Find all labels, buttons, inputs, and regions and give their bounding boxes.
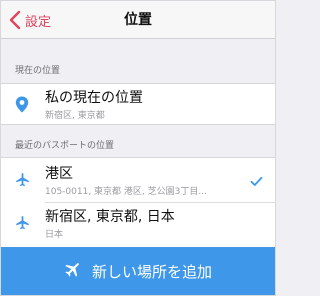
current-location-title: 私の現在の位置 (45, 90, 143, 106)
current-location-row[interactable]: 私の現在の位置 新宿区, 東京都 (1, 84, 275, 124)
airplane-icon (64, 260, 82, 282)
checkmark-icon (250, 172, 263, 191)
current-location-group: 私の現在の位置 新宿区, 東京都 (1, 83, 275, 125)
navigation-bar: 設定 位置 (1, 1, 275, 39)
recent-item-subtitle: 105-0011, 東京都 港区, 芝公園3丁目... (45, 187, 207, 197)
add-location-label: 新しい場所を追加 (91, 262, 212, 281)
airplane-icon (15, 215, 29, 231)
page-title: 位置 (124, 12, 152, 28)
recent-item-title: 新宿区, 東京都, 日本 (45, 209, 175, 225)
section-header-current-location: 現在の位置 (15, 66, 61, 76)
airplane-icon (15, 172, 29, 188)
recent-locations-group: 港区 105-0011, 東京都 港区, 芝公園3丁目... 新宿区, 東京都,… (1, 157, 275, 247)
section-header-recent-locations: 最近のパスポートの位置 (15, 141, 115, 151)
add-location-button[interactable]: 新しい場所を追加 (1, 247, 275, 295)
recent-item-subtitle: 日本 (45, 230, 64, 240)
current-location-subtitle: 新宿区, 東京都 (45, 111, 105, 121)
screen: 設定 位置 現在の位置 私の現在の位置 新宿区, 東京都 最近のパスポートの位置 (0, 0, 276, 296)
list-item-recent-0[interactable]: 港区 105-0011, 東京都 港区, 芝公園3丁目... (1, 160, 275, 200)
list-item-recent-1[interactable]: 新宿区, 東京都, 日本 日本 (1, 203, 275, 243)
recent-item-title: 港区 (45, 166, 73, 182)
location-pin-icon (15, 96, 29, 113)
